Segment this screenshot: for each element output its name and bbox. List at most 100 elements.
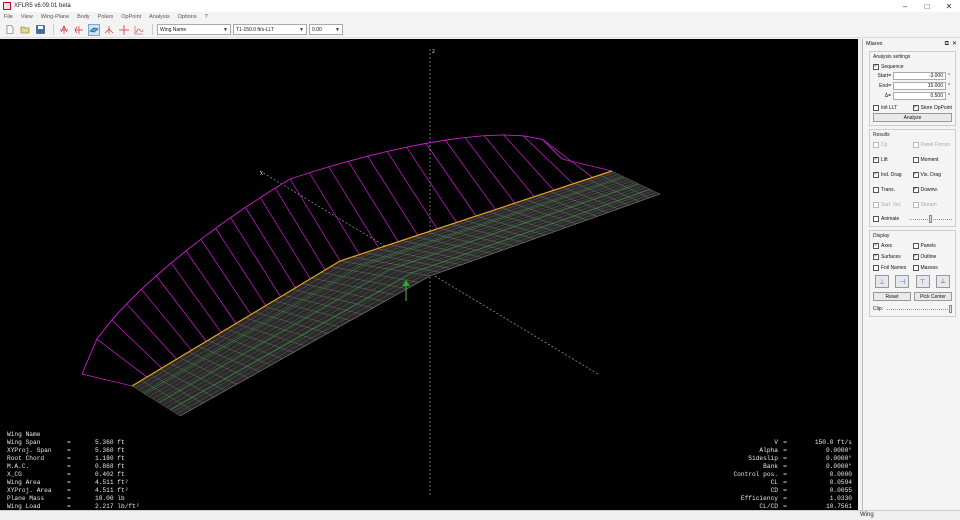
menu-polars[interactable]: Polars [98, 14, 114, 20]
trans-checkbox[interactable]: Trans. [873, 185, 913, 194]
lift-vector [81, 373, 133, 387]
results-group: Results Cp Panel Forces ✓ Lift Moment ✓ Ind. D… [869, 129, 956, 227]
property-label: Wing Area [7, 479, 41, 486]
checkbox-box [912, 264, 919, 271]
result-label: CD [770, 487, 778, 494]
side-view-icon[interactable] [73, 24, 85, 36]
title-bar: XFLR5 v6.09.01 beta – □ ✕ [0, 0, 960, 12]
lift-vector [386, 151, 438, 230]
menu-oppoint[interactable]: OpPoint [121, 14, 141, 20]
menu-view[interactable]: View [21, 14, 33, 20]
wing-properties: Wing Name Wing Span = 5.360 ft XYProj. Span =… [7, 431, 140, 510]
vis-drag-label: Vis. Drag [920, 171, 941, 178]
surfaces-checkbox[interactable]: ✓ Surfaces [873, 252, 913, 261]
lift-checkbox[interactable]: ✓ Lift [873, 155, 913, 164]
pick-center-button[interactable]: Pick Center [914, 292, 952, 301]
axes-checkbox[interactable]: ✓ Axes [873, 241, 913, 250]
check-icon: ✓ [873, 242, 879, 249]
result-value: 0.0055 [829, 487, 852, 494]
masses-checkbox[interactable]: Masses [912, 263, 953, 272]
property-label: Root Chord [7, 455, 45, 462]
panels-checkbox[interactable]: Panels [912, 241, 953, 250]
maximize-icon[interactable]: □ [916, 0, 938, 12]
front-view-icon[interactable] [58, 24, 70, 36]
reset-button[interactable]: Reset [873, 292, 911, 301]
display-group: Display ✓ Axes Panels ✓ Surfaces ✓ Outline Foil… [869, 230, 956, 317]
result-row: CD = 0.0055 [698, 487, 852, 495]
end-label: End= [879, 83, 891, 89]
foil-names-checkbox[interactable]: Foil Names [873, 263, 913, 272]
plane-select[interactable]: Wing Name ▼ [157, 24, 231, 35]
vis-drag-checkbox[interactable]: ✓ Vis. Drag [912, 170, 953, 179]
animate-speed-slider[interactable] [909, 214, 952, 223]
close-icon[interactable]: ✕ [952, 41, 957, 47]
property-row: XYProj. Span = 5.360 ft [7, 447, 140, 455]
close-icon[interactable]: ✕ [938, 0, 960, 12]
x-view-icon[interactable]: ⊥ [875, 275, 889, 288]
clip-slider[interactable] [887, 305, 952, 313]
x-axis-label: x [260, 171, 263, 177]
result-row: V = 150.0 ft/s [698, 439, 852, 447]
end-input[interactable]: 15.000 [893, 82, 946, 90]
analysis-settings-title: Analysis settings [873, 54, 911, 60]
trans-label: Trans. [881, 186, 895, 193]
equals-sign: = [67, 439, 71, 446]
z-view-icon[interactable]: ⊤ [915, 275, 930, 288]
save-icon[interactable] [34, 24, 46, 36]
result-row: CL = 0.0594 [698, 479, 852, 487]
open-file-icon[interactable] [19, 24, 31, 36]
checkbox-box [873, 104, 879, 111]
oppoint-select[interactable]: 0.00 ▼ [309, 24, 343, 35]
menu-analysis[interactable]: Analysis [149, 14, 169, 20]
minimize-icon[interactable]: – [894, 0, 916, 12]
property-row: Root Chord = 1.180 ft [7, 455, 140, 463]
surfaces-label: Surfaces [881, 253, 901, 260]
polar-icon[interactable] [133, 24, 145, 36]
menu-options[interactable]: Options [178, 14, 197, 20]
equals-sign: = [67, 495, 71, 502]
checkbox-box [912, 156, 919, 163]
iso-view-icon[interactable] [88, 23, 100, 36]
float-icon[interactable]: ⧉ [945, 41, 949, 47]
cross-icon[interactable] [118, 24, 130, 36]
menu-file[interactable]: File [4, 14, 13, 20]
lift-vector [309, 172, 360, 255]
menu-wing-plane[interactable]: Wing-Plane [41, 14, 69, 20]
axes-label: Axes [881, 242, 893, 249]
top-view-icon[interactable] [103, 24, 115, 36]
result-label: Bank [763, 463, 778, 470]
status-text: Wing [860, 512, 874, 518]
store-oppoint-checkbox[interactable]: ✓ Store OpPoint [912, 103, 953, 112]
result-row: Sideslip = 0.0000° [698, 455, 852, 463]
slider-thumb[interactable] [929, 214, 932, 223]
y-view-icon[interactable]: ⊣ [895, 275, 910, 288]
start-input[interactable]: -3.000 [893, 72, 946, 80]
toolbar-separator [152, 24, 153, 35]
iso-view-icon[interactable]: ⟂ [935, 275, 950, 288]
init-llt-checkbox[interactable]: Init LLT [873, 103, 913, 112]
sequence-checkbox[interactable]: ✓ Sequence [873, 62, 952, 71]
outline-checkbox[interactable]: ✓ Outline [912, 252, 953, 261]
result-label: CL/CD [759, 503, 778, 510]
downw-checkbox[interactable]: ✓ Downw. [912, 185, 953, 194]
lift-vector [96, 338, 148, 378]
check-icon: ✓ [912, 186, 919, 193]
equals-sign: = [783, 447, 787, 454]
delta-input[interactable]: 0.500 [893, 92, 946, 100]
property-label: X_CG [7, 471, 22, 478]
equals-sign: = [783, 487, 787, 494]
check-icon: ✓ [873, 156, 879, 163]
slider-thumb[interactable] [949, 305, 952, 313]
analyze-button[interactable]: Analyze [873, 113, 952, 122]
3d-viewport[interactable]: z x y Wing NameWing Span=5.360 ftXYProj.… [0, 39, 858, 510]
new-file-icon[interactable] [4, 24, 16, 36]
menu-help[interactable]: ? [205, 14, 208, 20]
menu-body[interactable]: Body [77, 14, 90, 20]
result-row: Control pos. = 0.0000 [698, 471, 852, 479]
equals-sign: = [67, 487, 71, 494]
moment-checkbox[interactable]: Moment [912, 155, 953, 164]
results-title: Results [873, 132, 890, 138]
ind-drag-checkbox[interactable]: ✓ Ind. Drag [873, 170, 913, 179]
animate-checkbox[interactable]: Animate [873, 214, 909, 223]
polar-select[interactable]: T1-150.0 ft/s-LLT ▼ [233, 24, 307, 35]
